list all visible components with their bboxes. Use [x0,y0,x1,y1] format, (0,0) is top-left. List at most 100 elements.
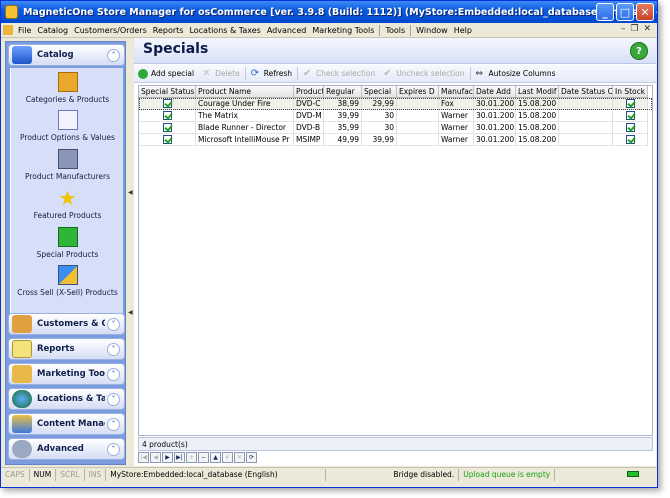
close-button[interactable]: ✕ [636,3,654,21]
box-icon [57,72,78,92]
sidebar-item-featured[interactable]: ★ Featured Products [11,188,124,220]
insert-record-button[interactable]: + [186,452,197,463]
mdi-close-icon[interactable]: ✕ [643,24,651,34]
mdi-restore-icon[interactable]: ❐ [630,24,638,34]
menu-locations-taxes[interactable]: Locations & Taxes [186,26,263,35]
chevron-down-icon[interactable]: ˅ [107,343,120,356]
status-checkbox[interactable] [139,110,196,122]
cancel-record-button[interactable]: ✕ [234,452,245,463]
panel-marketing-tools[interactable]: Marketing Tools ˅ [8,363,125,385]
table-row[interactable]: Blade Runner - Director DVD-B 35,99 30 W… [139,122,652,134]
sidebar-item-categories-products[interactable]: Categories & Products [11,72,124,104]
column-header-product-name[interactable]: Product Name [196,86,294,98]
menu-reports[interactable]: Reports [150,26,187,35]
sidebar-item-label: Product Manufacturers [24,172,110,181]
column-header-special-status[interactable]: Special Status [139,86,196,98]
panel-catalog-label: Catalog [37,50,74,60]
menu-marketing-tools[interactable]: Marketing Tools [309,26,377,35]
chevron-down-icon[interactable]: ˅ [107,393,120,406]
chevron-down-icon[interactable]: ˅ [107,418,120,431]
sidebar-item-manufacturers[interactable]: Product Manufacturers [11,149,124,181]
status-checkbox[interactable] [139,98,196,110]
panel-content-manager[interactable]: Content Manager ˅ [8,413,125,435]
app-icon[interactable] [5,5,18,19]
last-record-button[interactable]: ▶| [174,452,185,463]
first-record-button[interactable]: |◀ [138,452,149,463]
refresh-records-button[interactable]: ⟳ [246,452,257,463]
check-selection-label: Check selection [316,69,376,78]
in-stock-checkbox[interactable] [613,98,648,110]
column-header-in-stock[interactable]: In Stock [613,86,648,98]
reports-icon [12,340,32,358]
scrl-indicator: SCRL [56,468,85,481]
page-header: Specials ? [134,38,656,64]
delete-button[interactable]: ✕ Delete [198,68,244,79]
menu-separator [410,24,412,36]
check-selection-button[interactable]: ✔ Check selection [299,67,379,79]
collapse-left-icon[interactable]: ◀ [128,309,133,316]
column-header-date-added[interactable]: Date Add [474,86,516,98]
cell-model: DVD-C [294,98,324,110]
sidebar-item-options-values[interactable]: Product Options & Values [11,110,124,142]
post-record-button[interactable]: ✔ [222,452,233,463]
panel-locations-taxes[interactable]: Locations & Ta... ˅ [8,388,125,410]
help-icon[interactable]: ? [630,42,648,60]
chevron-up-icon[interactable]: ˄ [107,49,120,62]
panel-catalog-header[interactable]: Catalog ˄ [8,44,125,66]
minimize-button[interactable]: _ [596,3,614,21]
menu-customers-orders[interactable]: Customers/Orders [71,26,150,35]
menu-help[interactable]: Help [451,26,475,35]
sidebar-item-cross-sell[interactable]: Cross Sell (X-Sell) Products [11,265,124,297]
globe-icon [12,390,32,408]
title-bar[interactable]: MagneticOne Store Manager for osCommerce… [1,1,657,23]
table-row[interactable]: The Matrix DVD-M 39,99 30 Warner 30.01.2… [139,110,652,122]
prev-record-button[interactable]: ◀ [150,452,161,463]
maximize-button[interactable]: □ [616,3,634,21]
chevron-down-icon[interactable]: ˅ [107,318,120,331]
uncheck-icon: ✔ [383,67,392,79]
menu-catalog[interactable]: Catalog [34,26,71,35]
column-header-product-model[interactable]: Product [294,86,324,98]
ins-indicator: INS [85,468,107,481]
table-row[interactable]: Courage Under Fire DVD-C 38,99 29,99 Fox… [139,98,652,110]
collapse-left-icon[interactable]: ◀ [128,189,133,196]
column-header-date-status[interactable]: Date Status C [559,86,613,98]
add-special-button[interactable]: Add special [134,68,198,79]
table-row[interactable]: Microsoft IntelliMouse Pr MSIMP 49,99 39… [139,134,652,146]
mdi-child-icon[interactable] [3,25,13,35]
specials-grid[interactable]: Special Status Product Name Product Regu… [138,85,653,436]
column-header-expires[interactable]: Expires D [397,86,439,98]
window-title: MagneticOne Store Manager for osCommerce… [22,6,657,18]
next-record-button[interactable]: ▶ [162,452,173,463]
in-stock-checkbox[interactable] [613,110,648,122]
status-checkbox[interactable] [139,122,196,134]
column-header-special[interactable]: Special [362,86,397,98]
cell-date-status [559,98,613,110]
column-header-last-modified[interactable]: Last Modif [516,86,559,98]
caps-indicator: CAPS [1,468,30,481]
refresh-button[interactable]: ⟳ Refresh [247,68,296,79]
chevron-down-icon[interactable]: ˅ [107,368,120,381]
menu-file[interactable]: File [15,26,34,35]
column-header-manufacturer[interactable]: Manufac [439,86,474,98]
chevron-down-icon[interactable]: ˅ [107,443,120,456]
uncheck-selection-button[interactable]: ✔ Uncheck selection [379,67,468,79]
sidebar-item-special-products[interactable]: Special Products [11,227,124,259]
mdi-minimize-icon[interactable]: – [621,24,626,34]
panel-customers-orders[interactable]: Customers & Or... ˅ [8,313,125,335]
check-icon: ✔ [303,67,312,79]
menu-tools[interactable]: Tools [382,26,408,35]
panel-advanced[interactable]: Advanced ˅ [8,438,125,460]
menu-window[interactable]: Window [413,26,451,35]
sidebar-splitter[interactable]: ◀ ◀ [127,41,133,465]
in-stock-checkbox[interactable] [613,134,648,146]
delete-record-button[interactable]: − [198,452,209,463]
column-header-regular[interactable]: Regular [324,86,362,98]
autosize-columns-button[interactable]: ⇔ Autosize Columns [472,69,560,79]
status-checkbox[interactable] [139,134,196,146]
menu-advanced[interactable]: Advanced [264,26,310,35]
edit-record-button[interactable]: ▲ [210,452,221,463]
panel-reports[interactable]: Reports ˅ [8,338,125,360]
sidebar-item-label: Featured Products [33,211,102,220]
in-stock-checkbox[interactable] [613,122,648,134]
